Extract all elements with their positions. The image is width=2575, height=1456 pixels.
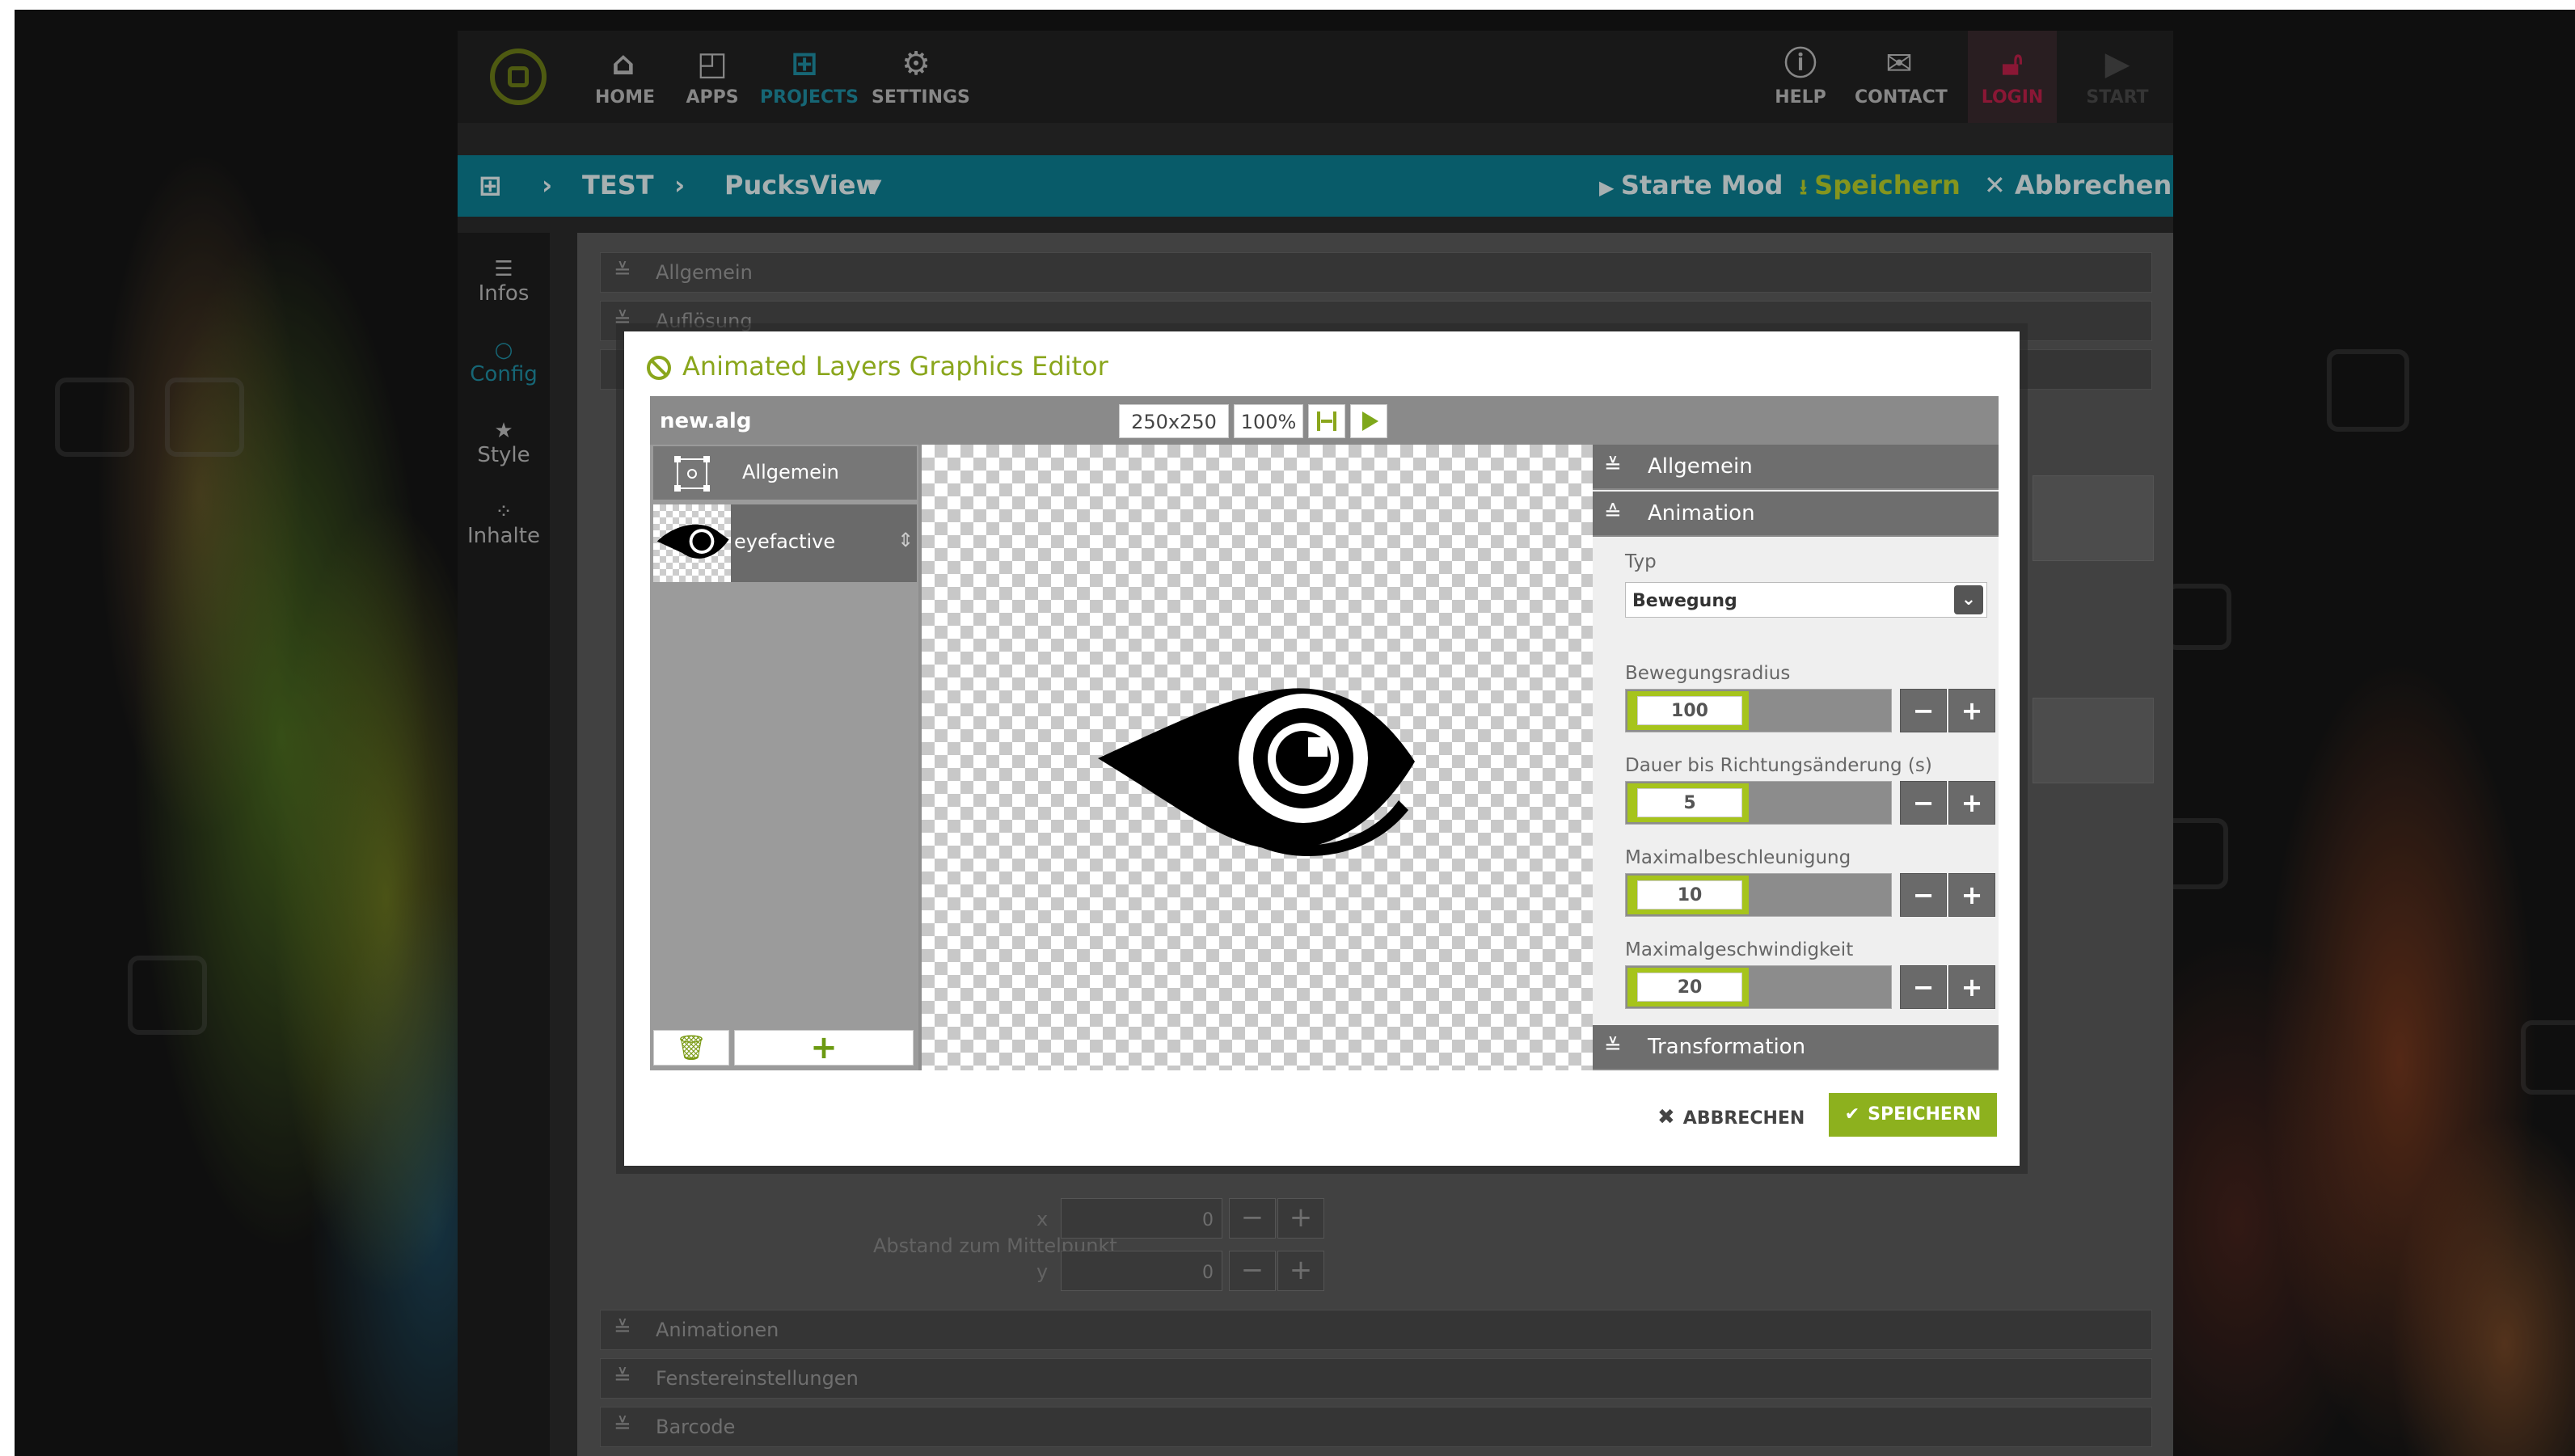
slider-value[interactable]: 10 [1637, 880, 1742, 909]
drag-handle-icon[interactable]: ⇕ [897, 529, 914, 551]
layer-list: Allgemein eyefactive ⇕ 🗑︎ + [650, 445, 918, 1070]
fit-width-button[interactable] [1308, 404, 1345, 438]
field-label: Bewegungsradius [1625, 663, 1791, 684]
slider-value[interactable]: 5 [1637, 788, 1742, 817]
direction-change-minus[interactable]: − [1900, 781, 1947, 825]
prop-section-animation[interactable]: ≙ Animation [1593, 492, 1999, 537]
delete-layer-button[interactable]: 🗑︎ [653, 1030, 729, 1066]
file-name: new.alg [660, 409, 752, 433]
add-layer-button[interactable]: + [734, 1030, 914, 1066]
chevron-down-icon: ⌄ [1954, 585, 1983, 614]
eye-graphic [1098, 688, 1415, 857]
plus-icon: + [810, 1029, 838, 1066]
close-icon: ✖ [1657, 1105, 1675, 1129]
play-animation-button[interactable] [1350, 404, 1387, 438]
chevron-double-down-icon: ≚ [1604, 1035, 1622, 1059]
canvas-size-field[interactable]: 250x250 [1119, 404, 1229, 438]
eye-thumbnail [653, 504, 731, 582]
general-layer-icon [674, 456, 710, 492]
type-label: Typ [1625, 551, 1657, 572]
modal-save-button[interactable]: ✔ SPEICHERN [1829, 1093, 1997, 1137]
slider-value[interactable]: 100 [1637, 696, 1742, 725]
layer-item-eyefactive[interactable]: eyefactive ⇕ [653, 504, 917, 582]
layer-name: eyefactive [734, 530, 836, 553]
field-label: Dauer bis Richtungsänderung (s) [1625, 755, 1932, 776]
trash-icon: 🗑︎ [675, 1034, 707, 1062]
field-label: Maximalgeschwindigkeit [1625, 939, 1854, 960]
max-acceleration-minus[interactable]: − [1900, 873, 1947, 917]
max-acceleration-slider[interactable]: 10 [1625, 873, 1892, 917]
direction-change-slider[interactable]: 5 [1625, 781, 1892, 825]
slider-value[interactable]: 20 [1637, 973, 1742, 1002]
max-acceleration-plus[interactable]: + [1948, 873, 1995, 917]
editor-toolbar: new.alg 250x250 100% [650, 396, 1999, 445]
properties-panel: ≚ Allgemein ≙ Animation Typ Bewegung ⌄ B… [1593, 445, 1999, 1070]
movement-radius-slider[interactable]: 100 [1625, 689, 1892, 732]
editor-area: new.alg 250x250 100% Allgemein eyefactiv… [650, 396, 1999, 1070]
check-icon: ✔ [1844, 1104, 1860, 1125]
layer-name: Allgemein [742, 461, 839, 483]
modal-cancel-button[interactable]: ✖ ABBRECHEN [1657, 1099, 1805, 1135]
chevron-double-down-icon: ≚ [1604, 454, 1622, 479]
fit-width-icon [1317, 411, 1336, 431]
type-select[interactable]: Bewegung ⌄ [1625, 582, 1987, 618]
preview-canvas[interactable] [922, 445, 1593, 1070]
max-speed-minus[interactable]: − [1900, 965, 1947, 1009]
movement-radius-plus[interactable]: + [1948, 689, 1995, 732]
max-speed-slider[interactable]: 20 [1625, 965, 1892, 1009]
play-icon [1362, 411, 1378, 431]
chevron-double-up-icon: ≙ [1604, 501, 1622, 525]
prop-section-general[interactable]: ≚ Allgemein [1593, 445, 1999, 490]
prop-section-transformation[interactable]: ≚ Transformation [1593, 1025, 1999, 1070]
no-symbol-icon [647, 356, 671, 380]
modal-title: Animated Layers Graphics Editor [647, 351, 1108, 386]
field-label: Maximalbeschleunigung [1625, 847, 1851, 868]
graphics-editor-modal: Animated Layers Graphics Editor new.alg … [624, 331, 2020, 1166]
layer-item-allgemein[interactable]: Allgemein [653, 446, 917, 500]
direction-change-plus[interactable]: + [1948, 781, 1995, 825]
movement-radius-minus[interactable]: − [1900, 689, 1947, 732]
desktop-background: ⌂ HOME ◰ APPS ⊞ PROJECTS ⚙ SETTINGS ⓘ HE… [15, 10, 2575, 1456]
max-speed-plus[interactable]: + [1948, 965, 1995, 1009]
zoom-field[interactable]: 100% [1234, 404, 1303, 438]
